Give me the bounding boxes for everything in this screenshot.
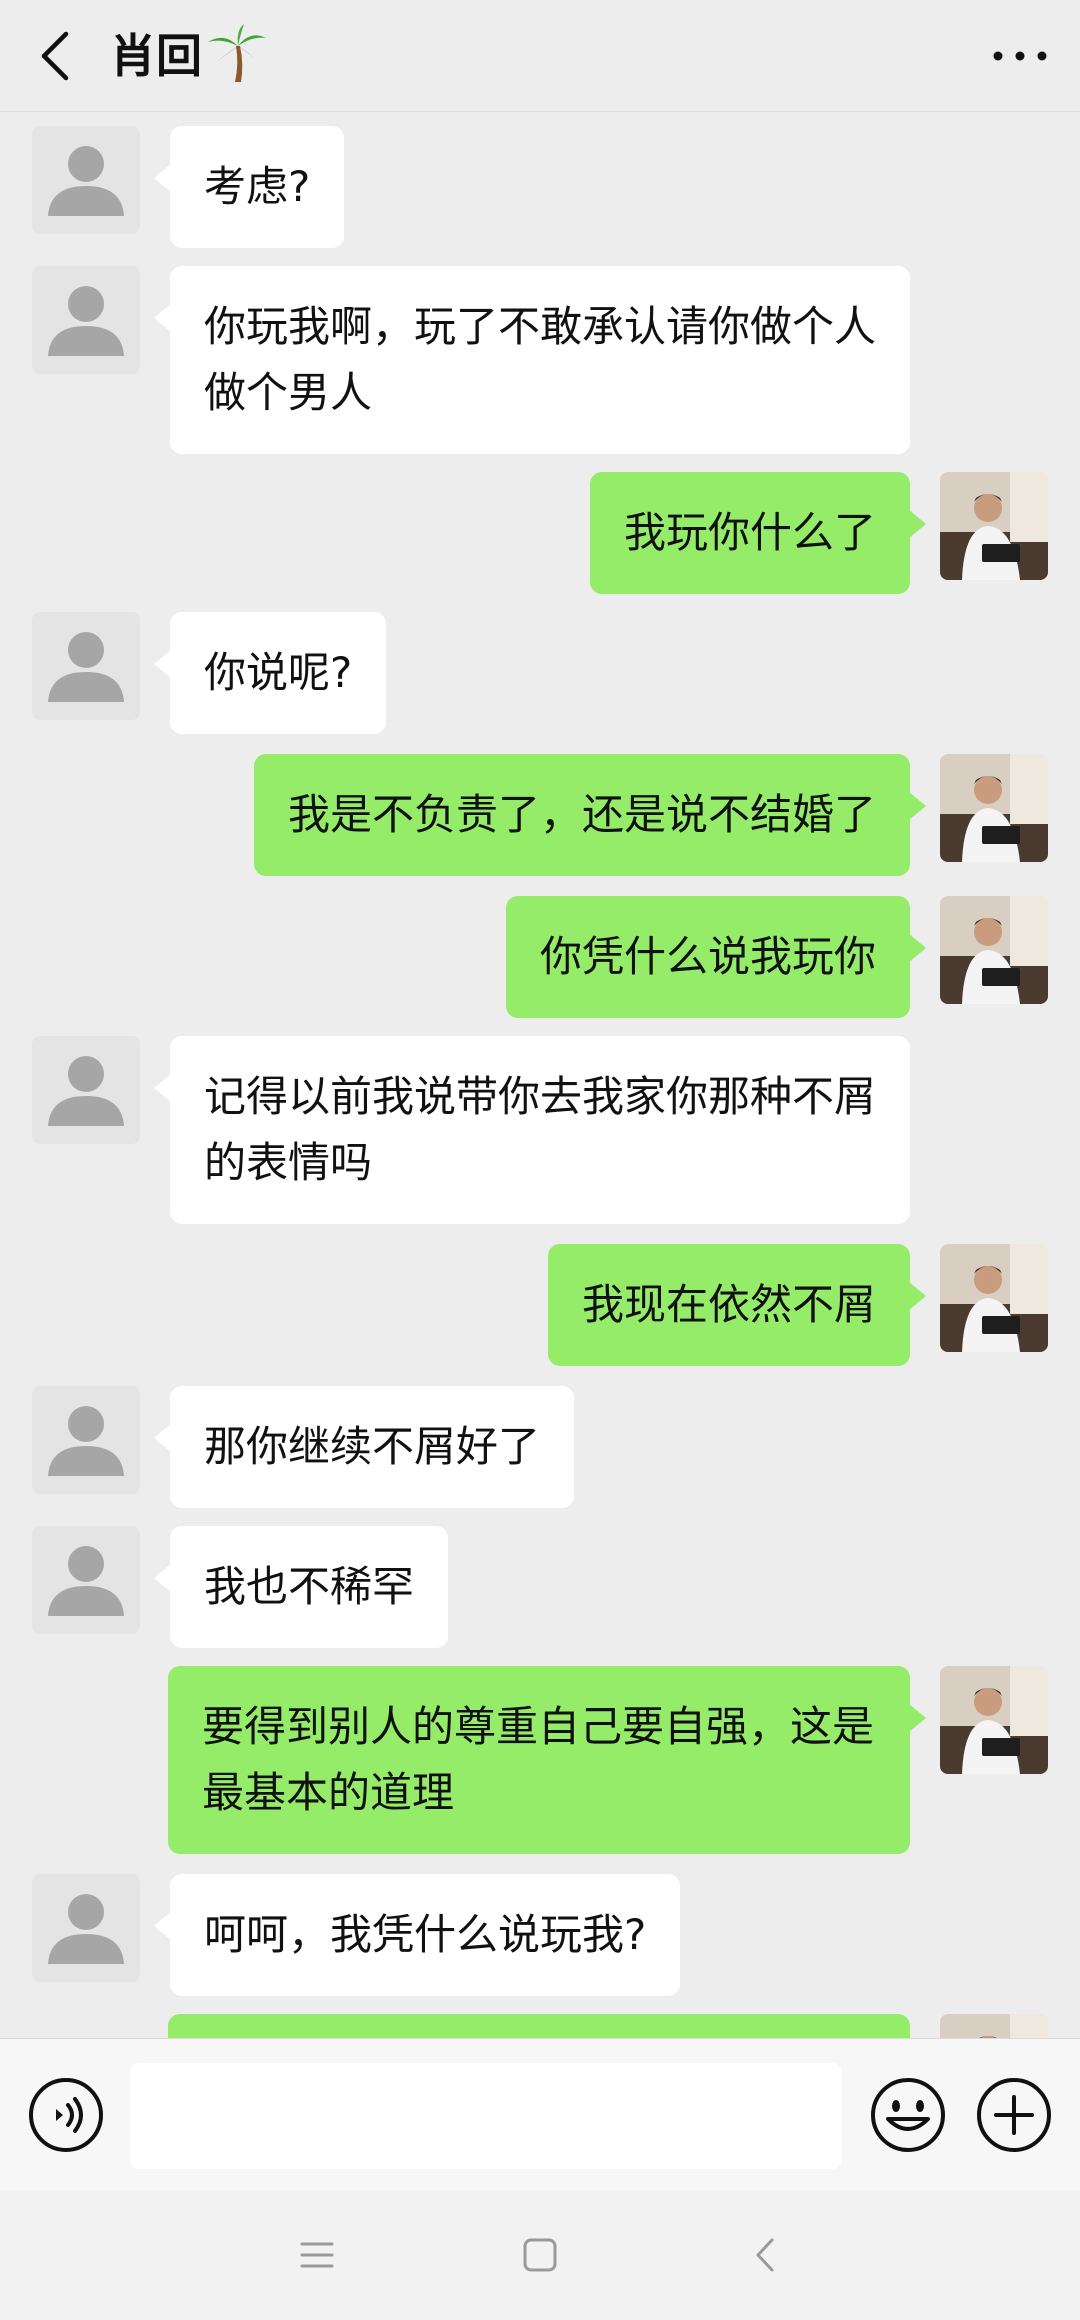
message-bubble[interactable]: 我也不稀罕: [153, 1526, 449, 1648]
contact-avatar[interactable]: [32, 612, 140, 720]
contact-avatar[interactable]: [32, 266, 140, 374]
message-bubble[interactable]: 我现在依然不屑: [547, 1244, 927, 1366]
default-person-avatar-icon: [32, 126, 140, 234]
my-avatar[interactable]: [940, 896, 1048, 1004]
emoji-button[interactable]: [868, 2075, 948, 2155]
default-person-avatar-icon: [32, 1526, 140, 1634]
voice-icon: [29, 2078, 103, 2152]
my-avatar[interactable]: [940, 754, 1048, 862]
man-reading-photo-icon: [940, 2014, 1048, 2038]
contact-avatar[interactable]: [32, 1036, 140, 1144]
man-reading-photo-icon: [940, 754, 1048, 862]
palm-tree-icon: [208, 24, 266, 82]
default-person-avatar-icon: [32, 1874, 140, 1982]
my-avatar[interactable]: [940, 472, 1048, 580]
input-bar: [0, 2038, 1080, 2190]
man-reading-photo-icon: [940, 1666, 1048, 1774]
message-bubble[interactable]: 你玩我啊，玩了不敢承认请你做个人做个男人: [154, 266, 910, 454]
my-avatar[interactable]: [940, 1244, 1048, 1352]
system-back-button[interactable]: [742, 2230, 792, 2280]
default-person-avatar-icon: [32, 1036, 140, 1144]
message-bubble[interactable]: 那你继续不屑好了: [153, 1386, 575, 1508]
more-functions-button[interactable]: [974, 2075, 1054, 2155]
home-square-icon: [523, 2238, 557, 2272]
man-reading-photo-icon: [940, 472, 1048, 580]
message-bubble[interactable]: 记得以前我说带你去我家你那种不屑的表情吗: [154, 1036, 910, 1224]
back-button[interactable]: [30, 26, 90, 86]
message-bubble[interactable]: 考虑?: [153, 126, 345, 248]
chat-header: 肖回: [0, 0, 1080, 112]
message-bubble[interactable]: 呵呵，我凭什么说玩我?: [153, 1874, 681, 1996]
message-bubble[interactable]: [168, 2014, 910, 2038]
default-person-avatar-icon: [32, 612, 140, 720]
contact-avatar[interactable]: [32, 126, 140, 234]
message-list[interactable]: 考虑? 你玩我啊，玩了不敢承认请你做个人做个男人 我玩你什么了 你说呢? 我是不…: [0, 112, 1080, 2038]
contact-avatar[interactable]: [32, 1874, 140, 1982]
menu-icon: [300, 2242, 334, 2268]
message-bubble[interactable]: 你说呢?: [153, 612, 387, 734]
contact-avatar[interactable]: [32, 1386, 140, 1494]
default-person-avatar-icon: [32, 266, 140, 374]
my-avatar[interactable]: [940, 2014, 1048, 2038]
default-person-avatar-icon: [32, 1386, 140, 1494]
message-bubble[interactable]: 你凭什么说我玩你: [505, 896, 927, 1018]
man-reading-photo-icon: [940, 1244, 1048, 1352]
chat-title: 肖回: [110, 22, 268, 84]
ellipsis-icon: [993, 51, 1047, 61]
man-reading-photo-icon: [940, 896, 1048, 1004]
system-navigation-bar: [0, 2190, 1080, 2320]
message-input[interactable]: [130, 2063, 842, 2169]
home-button[interactable]: [515, 2230, 565, 2280]
my-avatar[interactable]: [940, 1666, 1048, 1774]
contact-avatar[interactable]: [32, 1526, 140, 1634]
message-bubble[interactable]: 我是不负责了，还是说不结婚了: [253, 754, 927, 876]
voice-input-button[interactable]: [26, 2075, 106, 2155]
message-bubble[interactable]: 我玩你什么了: [589, 472, 927, 594]
recent-apps-button[interactable]: [292, 2230, 342, 2280]
back-arrow-icon: [756, 2238, 774, 2272]
chevron-left-icon: [41, 31, 69, 81]
more-options-button[interactable]: [990, 30, 1050, 82]
message-bubble[interactable]: 要得到别人的尊重自己要自强，这是最基本的道理: [168, 1666, 926, 1854]
contact-name: 肖回: [110, 29, 202, 83]
smiley-icon: [871, 2078, 945, 2152]
plus-circle-icon: [977, 2078, 1051, 2152]
